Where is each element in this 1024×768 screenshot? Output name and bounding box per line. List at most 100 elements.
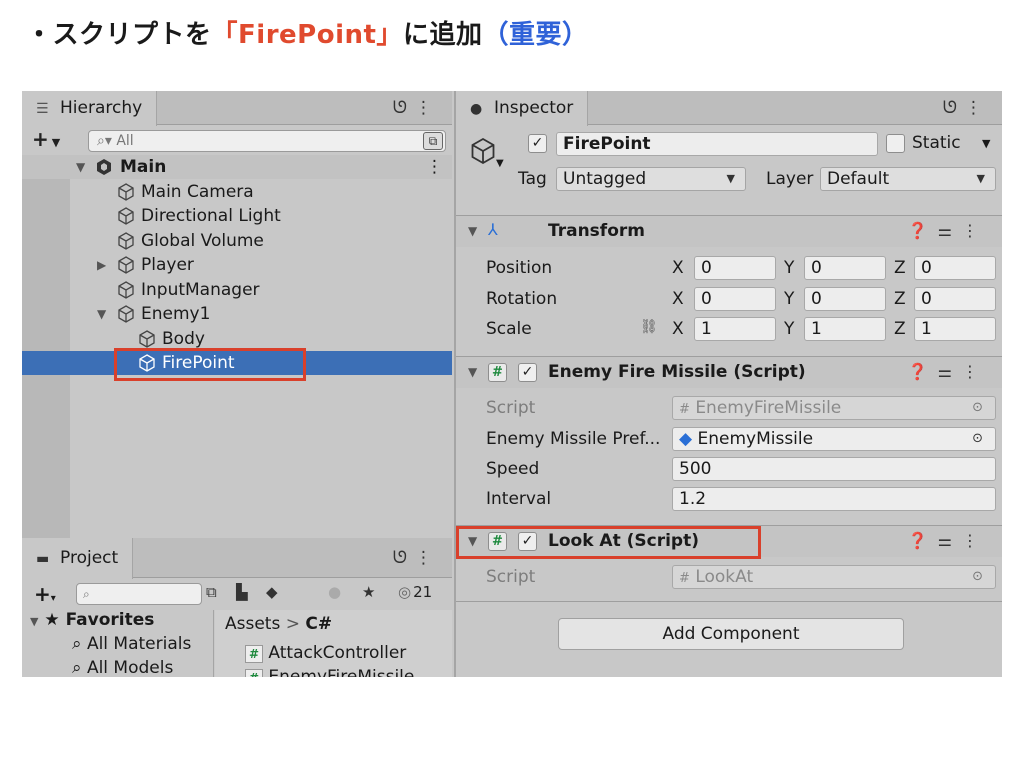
- rotation-x-field[interactable]: 0: [694, 287, 776, 311]
- favorite-star-icon[interactable]: ★: [362, 583, 375, 601]
- create-button[interactable]: + ▼: [32, 127, 60, 151]
- static-checkbox[interactable]: [886, 134, 905, 153]
- error-filter-icon[interactable]: ●: [328, 583, 341, 601]
- script-field[interactable]: # LookAt ⊙: [672, 565, 996, 589]
- chevron-down-icon[interactable]: ▼: [468, 365, 477, 379]
- presets-icon[interactable]: ⚌: [938, 362, 962, 381]
- rotation-z-field[interactable]: 0: [914, 287, 996, 311]
- position-z-field[interactable]: 0: [914, 256, 996, 280]
- script-file-icon: #: [679, 402, 690, 417]
- help-icon[interactable]: ❓: [908, 221, 938, 240]
- filter-type-icon[interactable]: ▙: [236, 583, 248, 601]
- help-icon[interactable]: ❓: [908, 362, 938, 381]
- interval-field[interactable]: 1.2: [672, 487, 996, 511]
- filter-label-icon[interactable]: ◆: [266, 583, 278, 601]
- list-icon: ☰: [36, 101, 49, 117]
- enemy-fire-missile-header[interactable]: ▼ # ✓ Enemy Fire Missile (Script) ❓⚌⋮: [456, 356, 1002, 388]
- gameobject-cube-icon: [118, 256, 134, 274]
- more-menu-icon[interactable]: ⋮: [415, 548, 440, 568]
- tree-row-directional-light[interactable]: Directional Light: [22, 204, 452, 228]
- tree-row-global-volume[interactable]: Global Volume: [22, 229, 452, 253]
- chevron-down-icon[interactable]: ▼: [76, 155, 85, 179]
- presets-icon[interactable]: ⚌: [938, 221, 962, 240]
- scale-x-field[interactable]: 1: [694, 317, 776, 341]
- favorites-label: Favorites: [65, 610, 155, 630]
- component-enabled-checkbox[interactable]: ✓: [518, 363, 537, 382]
- field-value: EnemyFireMissile: [695, 398, 842, 418]
- axis-z-label: Z: [894, 258, 906, 278]
- help-icon[interactable]: ❓: [908, 531, 938, 550]
- constrain-proportions-icon[interactable]: ⛓: [640, 319, 658, 335]
- scale-y-field[interactable]: 1: [804, 317, 886, 341]
- object-name-field[interactable]: FirePoint: [556, 132, 878, 156]
- prefab-label: Enemy Missile Pref...: [486, 429, 661, 449]
- position-x-field[interactable]: 0: [694, 256, 776, 280]
- lock-icon[interactable]: ᘎ: [393, 98, 415, 118]
- asset-item[interactable]: # AttackController: [245, 643, 406, 663]
- tree-row-input-manager[interactable]: InputManager: [22, 278, 452, 302]
- breadcrumb-current[interactable]: C#: [305, 614, 332, 634]
- unity-editor-screenshot: ☰ Hierarchy ᘎ⋮ + ▼ ⌕▾ All ⧉ ▼ Main ⋮ Mai…: [22, 91, 1002, 677]
- gameobject-cube-icon[interactable]: [468, 136, 498, 166]
- tag-dropdown[interactable]: Untagged ▼: [556, 167, 746, 191]
- active-checkbox[interactable]: ✓: [528, 134, 547, 153]
- object-picker-icon[interactable]: ⊙: [972, 428, 983, 450]
- lock-icon[interactable]: ᘎ: [943, 98, 965, 118]
- chevron-down-icon: ▼: [976, 172, 985, 185]
- project-search-input[interactable]: ⌕: [76, 583, 202, 605]
- gameobject-cube-icon: [118, 281, 134, 299]
- position-y-field[interactable]: 0: [804, 256, 886, 280]
- layer-dropdown[interactable]: Default ▼: [820, 167, 996, 191]
- lock-icon[interactable]: ᘎ: [393, 548, 415, 568]
- transform-title: Transform: [548, 221, 645, 241]
- star-icon: ★: [44, 610, 60, 630]
- scene-row[interactable]: ▼ Main ⋮: [22, 155, 452, 179]
- search-scope-icon[interactable]: ⧉: [206, 583, 217, 601]
- object-picker-icon[interactable]: ⊙: [972, 397, 983, 419]
- tree-row-enemy1[interactable]: ▼ Enemy1: [22, 302, 452, 326]
- scene-more-icon[interactable]: ⋮: [426, 155, 443, 179]
- tab-project[interactable]: ▬ Project: [22, 538, 134, 579]
- chevron-down-icon[interactable]: ▼: [97, 302, 106, 326]
- scale-z-field[interactable]: 1: [914, 317, 996, 341]
- add-asset-button[interactable]: +▾: [34, 582, 56, 606]
- favorite-item[interactable]: ⌕ All Models: [72, 658, 173, 677]
- hidden-packages-icon[interactable]: ◎ 21: [398, 583, 432, 601]
- presets-icon[interactable]: ⚌: [938, 531, 962, 550]
- more-menu-icon[interactable]: ⋮: [962, 362, 988, 381]
- hierarchy-search-input[interactable]: ⌕▾ All ⧉: [88, 130, 446, 152]
- asset-item[interactable]: # EnemyFireMissile: [245, 667, 414, 677]
- object-picker-icon[interactable]: ⊙: [972, 566, 983, 588]
- chevron-down-icon[interactable]: ▼: [468, 224, 477, 238]
- chevron-right-icon[interactable]: ▶: [97, 253, 106, 277]
- field-value: 1: [811, 319, 822, 339]
- scene-search-icon[interactable]: ⧉: [423, 132, 443, 150]
- tree-row-main-camera[interactable]: Main Camera: [22, 180, 452, 204]
- asset-label: AttackController: [268, 643, 407, 663]
- more-menu-icon[interactable]: ⋮: [962, 221, 988, 240]
- folder-icon: ▬: [36, 551, 50, 567]
- breadcrumb-assets[interactable]: Assets: [225, 614, 280, 634]
- favorites-header[interactable]: ▼ ★ Favorites: [30, 610, 154, 630]
- tab-hierarchy[interactable]: ☰ Hierarchy: [22, 91, 158, 126]
- rotation-y-field[interactable]: 0: [804, 287, 886, 311]
- prefab-field[interactable]: ◆ EnemyMissile ⊙: [672, 427, 996, 451]
- transform-header[interactable]: ▼ ⅄ Transform ❓⚌⋮: [456, 215, 1002, 247]
- favorite-item[interactable]: ⌕ All Materials: [72, 634, 191, 654]
- inspector-panel: ● Inspector ᘎ⋮ ▼ ✓ FirePoint Static ▼ Tag…: [454, 91, 1002, 677]
- project-favorites-pane: ▼ ★ Favorites ⌕ All Materials ⌕ All Mode…: [22, 610, 214, 677]
- tree-row-player[interactable]: ▶ Player: [22, 253, 452, 277]
- hierarchy-toolbar: + ▼ ⌕▾ All ⧉: [22, 126, 452, 154]
- project-tab-label: Project: [60, 548, 119, 568]
- script-field[interactable]: # EnemyFireMissile ⊙: [672, 396, 996, 420]
- tab-inspector[interactable]: ● Inspector: [456, 91, 589, 126]
- more-menu-icon[interactable]: ⋮: [962, 531, 988, 550]
- layer-label: Layer: [766, 169, 814, 189]
- chevron-down-icon[interactable]: ▼: [982, 137, 990, 150]
- more-menu-icon[interactable]: ⋮: [965, 98, 990, 118]
- add-component-label: Add Component: [662, 624, 800, 644]
- chevron-down-icon[interactable]: ▼: [496, 158, 504, 169]
- speed-field[interactable]: 500: [672, 457, 996, 481]
- add-component-button[interactable]: Add Component: [558, 618, 904, 650]
- more-menu-icon[interactable]: ⋮: [415, 98, 440, 118]
